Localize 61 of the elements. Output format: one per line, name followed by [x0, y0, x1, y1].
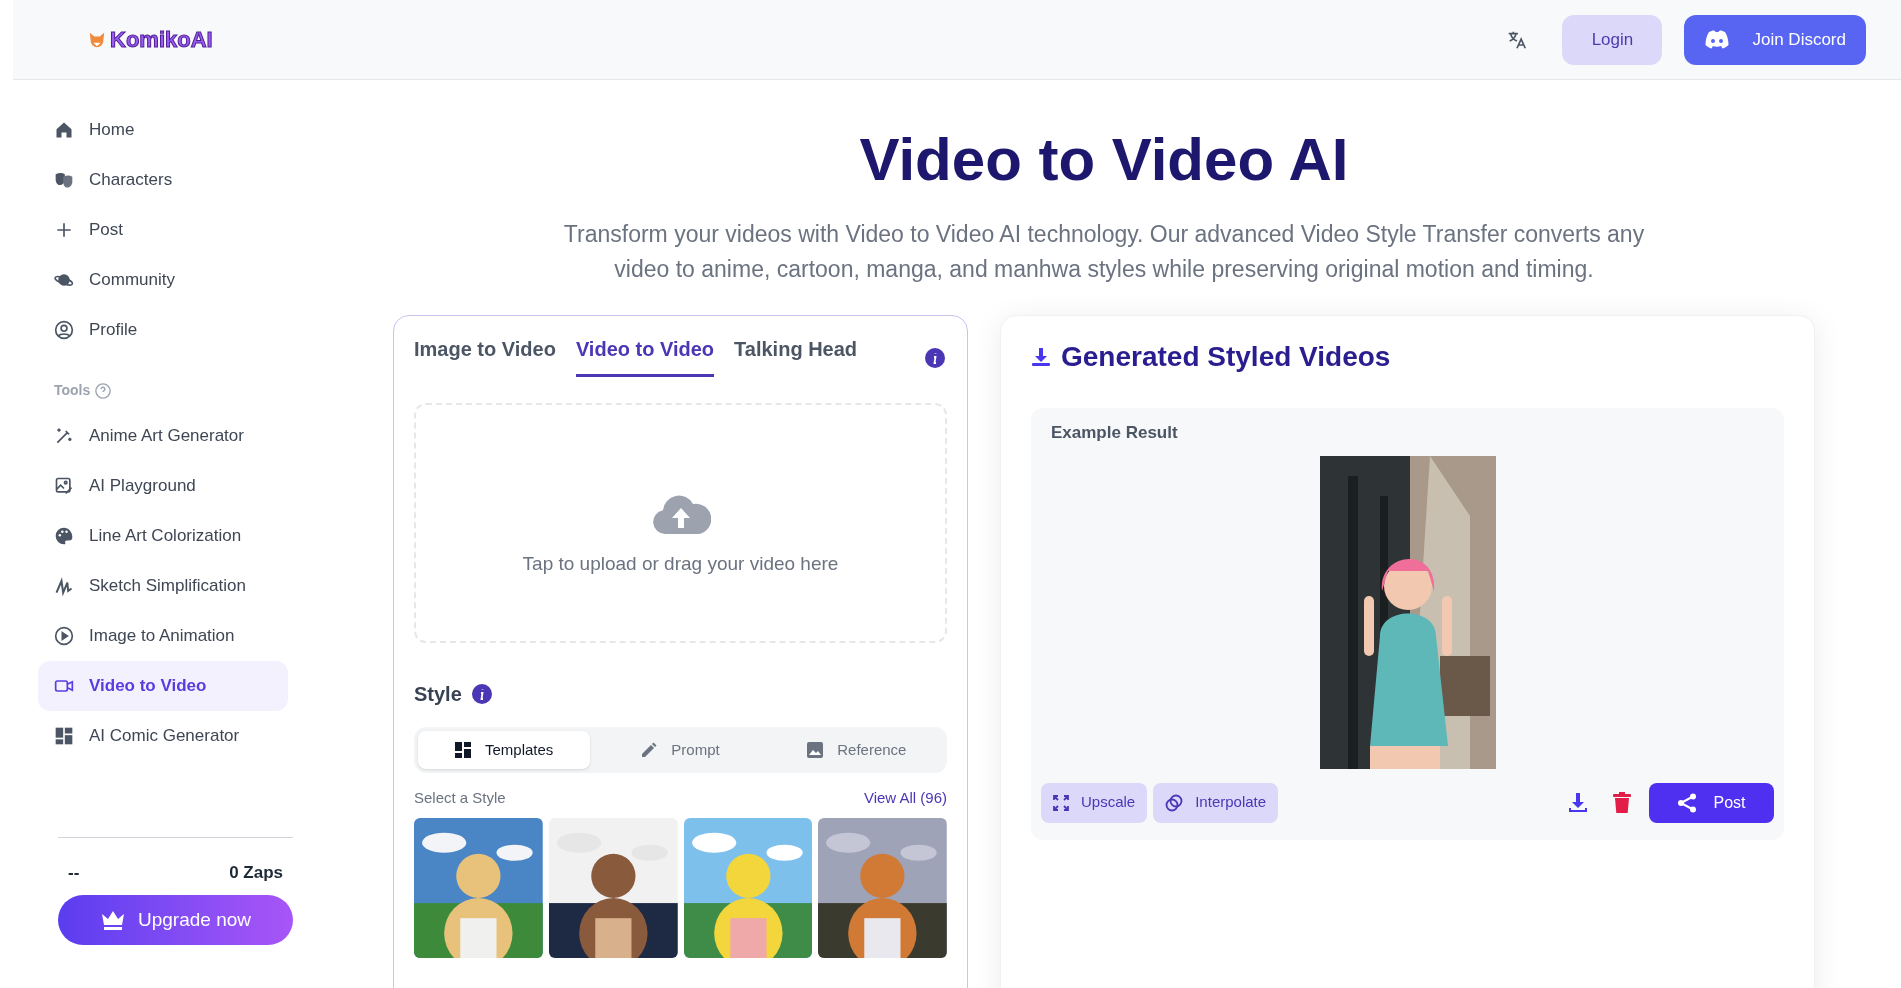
logo[interactable]: KomikoAI: [110, 23, 213, 56]
section-label: Tools: [54, 381, 91, 400]
image-edit-icon: [54, 476, 74, 496]
sidebar-item[interactable]: AI Comic Generator: [38, 711, 288, 761]
info-icon[interactable]: [471, 684, 492, 704]
sidebar-item[interactable]: Sketch Simplification: [38, 561, 288, 611]
fox-mascot-icon: [88, 30, 106, 49]
sidebar-item[interactable]: Video to Video: [38, 661, 288, 711]
pencil-icon: [641, 742, 658, 758]
sidebar-item[interactable]: Line Art Colorization: [38, 511, 288, 561]
segment-tab[interactable]: Templates: [418, 731, 591, 769]
expand-icon: [1053, 794, 1069, 811]
home-icon: [54, 120, 74, 140]
field-label: Select a Style: [414, 788, 506, 808]
panel-label: Example Result: [1051, 422, 1179, 444]
tab[interactable]: Talking Head: [734, 334, 858, 377]
sidebar-item[interactable]: Profile: [38, 305, 288, 355]
image-icon: [807, 742, 824, 758]
account-label: --: [68, 861, 80, 884]
trash-icon[interactable]: [1613, 791, 1631, 814]
upgrade-button[interactable]: Upgrade now: [58, 895, 293, 945]
action-button[interactable]: Interpolate: [1153, 782, 1279, 823]
discord-button[interactable]: Join Discord: [1684, 14, 1866, 65]
segment-tab[interactable]: Reference: [770, 731, 943, 769]
section-title: Generated Styled Videos: [1061, 340, 1391, 374]
share-icon: [1677, 792, 1698, 813]
palette-icon: [54, 526, 74, 546]
crown-icon: [100, 910, 126, 930]
action-button[interactable]: Upscale: [1041, 782, 1148, 823]
download-icon: [1031, 347, 1051, 367]
upload-dropzone[interactable]: Tap to upload or drag your video here: [414, 403, 947, 643]
post-button[interactable]: Post: [1649, 782, 1774, 823]
info-icon[interactable]: [925, 348, 945, 368]
plus-icon: [54, 220, 74, 240]
zaps-count: 0 Zaps: [229, 861, 283, 884]
rings-icon: [1165, 793, 1184, 812]
sidebar-item[interactable]: AI Playground: [38, 461, 288, 511]
discord-icon: [1704, 29, 1731, 50]
tab[interactable]: Video to Video: [575, 334, 715, 377]
sidebar-item[interactable]: Home: [38, 105, 288, 155]
scribble-icon: [54, 576, 74, 596]
play-circle-icon: [54, 626, 74, 646]
sidebar-item[interactable]: Community: [38, 255, 288, 305]
grid-icon: [454, 742, 471, 758]
download-icon[interactable]: [1568, 791, 1588, 814]
view-all-link[interactable]: View All (96): [863, 787, 947, 810]
sidebar-item[interactable]: Image to Animation: [38, 611, 288, 661]
page-description: Transform your videos with Video to Video AI technology. Our advanced Video Style Transfer converts any video to anime, cartoon, manga, and manhwa styles while preserving original motion and timing.: [562, 220, 1646, 284]
login-button[interactable]: Login: [1562, 14, 1663, 65]
mask-icon: [54, 170, 74, 190]
segment-tab[interactable]: Prompt: [594, 731, 767, 769]
sidebar-item[interactable]: Characters: [38, 155, 288, 205]
magic-wand-icon: [54, 426, 74, 446]
sidebar-item[interactable]: Anime Art Generator: [38, 411, 288, 461]
page-title: Video to Video AI: [859, 125, 1349, 195]
upload-hint: Tap to upload or drag your video here: [522, 551, 839, 576]
tab[interactable]: Image to Video: [414, 334, 556, 377]
sidebar-item[interactable]: Post: [38, 205, 288, 255]
user-circle-icon: [54, 320, 74, 340]
section-title: Style: [414, 682, 462, 707]
comic-grid-icon: [54, 726, 74, 746]
